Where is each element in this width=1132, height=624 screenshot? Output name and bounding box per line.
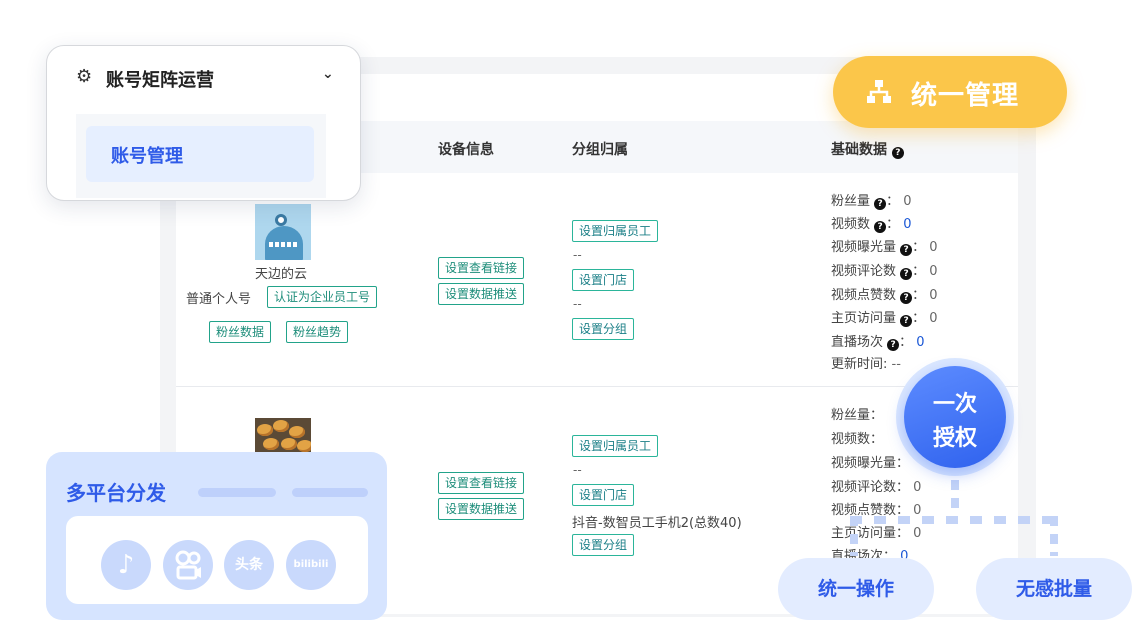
help-icon: ? xyxy=(900,244,913,256)
menu-item-label: 账号管理 xyxy=(111,146,183,167)
stat-visits: 主页访问量 ?： 0 xyxy=(831,311,938,327)
stat-likes: 视频点赞数 ?： 0 xyxy=(831,288,938,304)
menu-title[interactable]: 账号矩阵运营 xyxy=(106,66,214,92)
set-data-push-button[interactable]: 设置数据推送 xyxy=(438,283,525,305)
help-icon: ? xyxy=(900,315,913,327)
bilibili-icon[interactable]: bilibili xyxy=(286,540,336,590)
help-icon: ? xyxy=(874,198,887,210)
help-icon: ? xyxy=(900,292,913,304)
set-view-link-button[interactable]: 设置查看链接 xyxy=(438,257,525,279)
set-staff-button[interactable]: 设置归属员工 xyxy=(572,220,659,242)
batch-silent-badge: 无感批量 xyxy=(976,558,1132,620)
set-data-push-button[interactable]: 设置数据推送 xyxy=(438,498,525,520)
one-time-auth-badge: 一次 授权 xyxy=(896,358,1014,476)
header-device-info: 设备信息 xyxy=(438,142,494,158)
help-icon: ? xyxy=(887,339,900,351)
set-view-link-button[interactable]: 设置查看链接 xyxy=(438,472,525,494)
group-value: 抖音-数智员工手机2(总数40) xyxy=(572,516,742,531)
tiktok-icon[interactable]: ♪ xyxy=(101,540,151,590)
verify-enterprise-button[interactable]: 认证为企业员工号 xyxy=(267,286,378,308)
gear-icon: ⚙ xyxy=(76,66,93,87)
stat-videos: 视频数： xyxy=(831,432,884,447)
header-group: 分组归属 xyxy=(572,142,628,158)
avatar xyxy=(255,204,311,260)
org-chart-icon xyxy=(867,80,891,103)
set-group-button[interactable]: 设置分组 xyxy=(572,534,635,556)
fans-trend-button[interactable]: 粉丝趋势 xyxy=(286,321,349,343)
kuaishou-icon[interactable] xyxy=(163,540,213,590)
stat-live: 直播场次 ?： 0 xyxy=(831,335,925,351)
stat-fans: 粉丝量 ?： 0 xyxy=(831,194,912,210)
toutiao-icon[interactable]: 头条 xyxy=(224,540,274,590)
header-basic-data: 基础数据 ? xyxy=(831,139,904,159)
stat-exposure: 视频曝光量 ?： 0 xyxy=(831,240,938,256)
chevron-down-icon[interactable]: ⌄ xyxy=(322,66,334,82)
connector-line xyxy=(850,516,1060,524)
staff-value: -- xyxy=(573,248,582,262)
set-store-button[interactable]: 设置门店 xyxy=(572,269,635,291)
set-staff-button[interactable]: 设置归属员工 xyxy=(572,435,659,457)
fans-data-button[interactable]: 粉丝数据 xyxy=(209,321,272,343)
stat-visits: 主页访问量： 0 xyxy=(831,526,922,541)
stat-comments: 视频评论数 ?： 0 xyxy=(831,264,938,280)
avatar xyxy=(255,418,311,454)
help-icon: ? xyxy=(874,221,887,233)
connector-line xyxy=(850,516,858,556)
unified-manage-badge: 统一管理 xyxy=(833,56,1067,128)
row-divider xyxy=(176,386,1018,387)
staff-value: -- xyxy=(573,463,582,477)
multi-platform-title: 多平台分发 xyxy=(66,481,166,505)
decorative-bar xyxy=(198,488,276,497)
stat-comments: 视频评论数： 0 xyxy=(831,480,922,495)
set-store-button[interactable]: 设置门店 xyxy=(572,484,635,506)
stat-fans: 粉丝量： xyxy=(831,408,884,423)
stat-videos: 视频数 ?： 0 xyxy=(831,217,912,233)
set-group-button[interactable]: 设置分组 xyxy=(572,318,635,340)
stat-updated: 更新时间: -- xyxy=(831,357,901,372)
account-name: 天边的云 xyxy=(255,267,308,282)
help-icon: ? xyxy=(900,268,913,280)
stat-exposure: 视频曝光量： xyxy=(831,456,910,471)
help-icon[interactable]: ? xyxy=(891,147,904,159)
connector-line xyxy=(1050,516,1058,556)
store-value: -- xyxy=(573,297,582,311)
account-type: 普通个人号 xyxy=(186,292,252,307)
decorative-bar xyxy=(292,488,368,497)
unified-operate-badge: 统一操作 xyxy=(778,558,934,620)
connector-line xyxy=(951,480,959,516)
